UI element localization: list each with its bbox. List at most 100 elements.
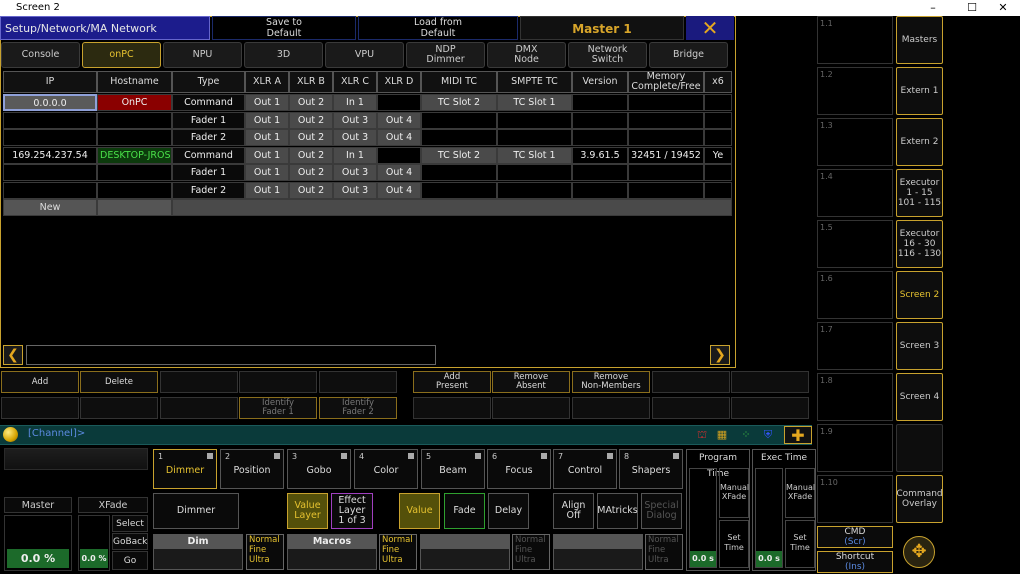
xfade-fader[interactable]: 0.0 % <box>78 515 110 571</box>
table-cell[interactable]: 169.254.237.54 <box>3 146 97 164</box>
table-cell[interactable]: In 1 <box>333 94 377 111</box>
preset-type-button[interactable]: 3 Gobo <box>287 449 351 489</box>
table-cell[interactable]: 0.0.0.0 <box>3 94 97 111</box>
table-cell[interactable] <box>628 94 704 111</box>
encoder-4[interactable] <box>553 534 643 570</box>
table-cell[interactable]: In 1 <box>333 146 377 164</box>
table-cell[interactable]: Fader 1 <box>172 111 245 129</box>
executor-slot[interactable]: 1.9 <box>817 424 893 472</box>
view-button[interactable] <box>896 424 943 472</box>
table-cell[interactable] <box>628 129 704 146</box>
scroll-left-button[interactable]: ❮ <box>3 345 23 365</box>
dimmer-feature-button[interactable]: Dimmer <box>153 493 239 529</box>
column-header[interactable]: XLR D <box>377 71 421 93</box>
actions_row2-button-3[interactable]: Identify Fader 1 <box>239 397 317 419</box>
special-dialog-button[interactable]: Special Dialog <box>641 493 682 529</box>
delay-button[interactable]: Delay <box>488 493 529 529</box>
table-cell[interactable]: Out 3 <box>333 111 377 129</box>
program-manual-xfade-button[interactable]: Manual XFade <box>719 468 749 518</box>
column-header[interactable]: Memory Complete/Free <box>628 71 704 93</box>
view-button[interactable]: Screen 4 <box>896 373 943 421</box>
preset-type-button[interactable]: 2 Position <box>220 449 284 489</box>
table-cell[interactable] <box>421 111 497 129</box>
executor-slot[interactable]: 1.2 <box>817 67 893 115</box>
table-cell[interactable] <box>572 181 628 199</box>
table-cell[interactable]: Out 2 <box>289 111 333 129</box>
executor-slot[interactable]: 1.10 <box>817 475 893 523</box>
cmd-button[interactable]: CMD (Scr) <box>817 526 893 548</box>
table-cell[interactable]: Out 4 <box>377 129 421 146</box>
view-button[interactable]: Executor 16 - 30 116 - 130 <box>896 220 943 268</box>
executor-slot[interactable]: 1.5 <box>817 220 893 268</box>
encoder-4-mode[interactable]: Normal Fine Ultra <box>645 534 683 570</box>
table-cell[interactable]: Fader 2 <box>172 181 245 199</box>
actions_row2-button-2[interactable] <box>160 397 238 419</box>
tab-7[interactable]: Network Switch <box>568 42 647 68</box>
tab-2[interactable]: NPU <box>163 42 242 68</box>
table-cell[interactable] <box>421 181 497 199</box>
effect-layer-button[interactable]: Effect Layer 1 of 3 <box>331 493 373 529</box>
command-line-bar[interactable] <box>0 425 812 445</box>
scroll-right-button[interactable]: ❯ <box>710 345 730 365</box>
view-button[interactable]: Extern 1 <box>896 67 943 115</box>
table-cell[interactable]: Out 2 <box>289 94 333 111</box>
value-button[interactable]: Value <box>399 493 440 529</box>
preset-type-button[interactable]: 4 Color <box>354 449 418 489</box>
column-header[interactable]: SMPTE TC <box>497 71 572 93</box>
actions_row1-button-4[interactable] <box>319 371 397 393</box>
executor-slot[interactable]: 1.7 <box>817 322 893 370</box>
executor-slot[interactable]: 1.4 <box>817 169 893 217</box>
master-fader[interactable]: 0.0 % <box>4 515 72 571</box>
view-button[interactable]: Screen 3 <box>896 322 943 370</box>
close-window-button[interactable]: ✕ <box>986 0 1020 16</box>
table-cell[interactable] <box>704 94 732 111</box>
table-cell[interactable]: Out 1 <box>245 94 289 111</box>
column-header[interactable]: Type <box>172 71 245 93</box>
table-cell[interactable]: TC Slot 1 <box>497 146 572 164</box>
actions_row1-button-2[interactable] <box>160 371 238 393</box>
view-button[interactable]: Command Overlay <box>896 475 943 523</box>
table-cell[interactable] <box>704 164 732 181</box>
table-cell[interactable]: Out 4 <box>377 181 421 199</box>
command-line-prompt[interactable]: [Channel]> <box>28 428 85 439</box>
table-cell[interactable] <box>572 111 628 129</box>
actions_row1-button-8[interactable] <box>652 371 730 393</box>
view-button[interactable]: Extern 2 <box>896 118 943 166</box>
view-button[interactable]: Masters <box>896 16 943 64</box>
horizontal-scrollbar[interactable] <box>26 345 436 365</box>
goback-button[interactable]: GoBack <box>112 533 148 550</box>
table-cell[interactable] <box>497 129 572 146</box>
table-cell[interactable]: Out 2 <box>289 146 333 164</box>
view-button[interactable]: Executor 1 - 15 101 - 115 <box>896 169 943 217</box>
actions_row2-button-0[interactable] <box>1 397 79 419</box>
preset-type-button[interactable]: 7 Control <box>553 449 617 489</box>
actions_row1-button-0[interactable]: Add <box>1 371 79 393</box>
new-row-button[interactable]: New <box>3 199 97 216</box>
tab-6[interactable]: DMX Node <box>487 42 566 68</box>
actions_row1-button-5[interactable]: Add Present <box>413 371 491 393</box>
encoder-3[interactable] <box>420 534 510 570</box>
table-cell[interactable]: Out 2 <box>289 129 333 146</box>
table-cell[interactable]: Out 2 <box>289 181 333 199</box>
tab-3[interactable]: 3D <box>244 42 323 68</box>
exec-time-fader[interactable]: 0.0 s <box>755 468 783 568</box>
executor-slot[interactable]: 1.8 <box>817 373 893 421</box>
table-cell[interactable] <box>628 164 704 181</box>
table-cell[interactable]: 3.9.61.5 <box>572 146 628 164</box>
table-cell[interactable]: Out 3 <box>333 129 377 146</box>
table-cell[interactable]: Out 4 <box>377 111 421 129</box>
program-time-fader[interactable]: 0.0 s <box>689 468 717 568</box>
stage-icon[interactable]: ▦ <box>714 427 730 443</box>
minimize-button[interactable]: – <box>916 0 950 16</box>
value-layer-button[interactable]: Value Layer <box>287 493 328 529</box>
table-cell[interactable] <box>704 181 732 199</box>
table-cell[interactable]: DESKTOP-JROSO <box>97 146 172 164</box>
preset-type-button[interactable]: 1 Dimmer <box>153 449 217 489</box>
actions_row2-button-9[interactable] <box>731 397 809 419</box>
table-cell[interactable]: OnPC <box>97 94 172 111</box>
table-cell[interactable] <box>628 181 704 199</box>
tab-8[interactable]: Bridge <box>649 42 728 68</box>
program-set-time-button[interactable]: Set Time <box>719 520 749 568</box>
actions_row1-button-1[interactable]: Delete <box>80 371 158 393</box>
table-cell[interactable]: Fader 1 <box>172 164 245 181</box>
